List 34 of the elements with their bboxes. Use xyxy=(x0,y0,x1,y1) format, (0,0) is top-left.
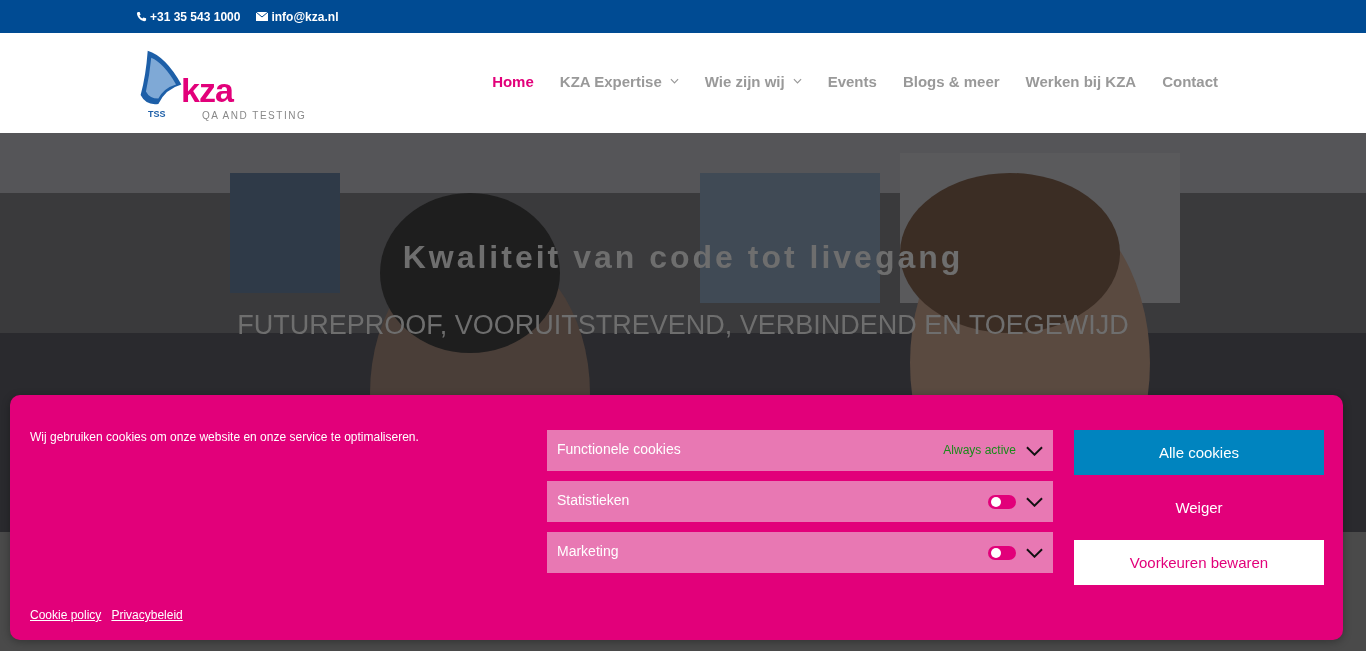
cookie-button[interactable]: Voorkeuren bewaren xyxy=(1074,540,1324,585)
policy-link[interactable]: Privacybeleid xyxy=(111,608,183,622)
mail-icon xyxy=(256,12,269,21)
logo-name: kza xyxy=(181,73,233,107)
caret-icon xyxy=(669,78,679,84)
chevron-icon[interactable] xyxy=(1026,547,1043,558)
chevron-icon[interactable] xyxy=(1026,445,1043,456)
caret-icon xyxy=(792,78,802,84)
phone-icon xyxy=(136,11,147,22)
category-label: Functionele cookies xyxy=(557,440,682,457)
logo-tag: TSS xyxy=(148,109,166,119)
always-active-label: Always active xyxy=(943,442,1016,457)
nav-link[interactable]: KZA Expertise xyxy=(559,72,679,90)
hero-subtitle: FUTUREPROOF, VOORUITSTREVEND, VERBINDEND EN TOEGEWIJD xyxy=(236,310,1130,341)
toggle-switch[interactable] xyxy=(988,494,1016,509)
phone-number[interactable]: +31 35 543 1000 xyxy=(150,9,241,24)
cookie-message: Wij gebruiken cookies om onze website en onze service te optimaliseren. xyxy=(30,430,420,444)
category-label: Marketing xyxy=(557,542,620,559)
cookie-button[interactable]: Alle cookies xyxy=(1074,430,1324,475)
nav-link[interactable]: Contact xyxy=(1162,72,1218,90)
policy-link[interactable]: Cookie policy xyxy=(30,608,102,622)
nav-link[interactable]: Home xyxy=(492,72,534,90)
nav-link[interactable]: Wie zijn wij xyxy=(704,72,802,90)
cookie-button[interactable]: Weiger xyxy=(1074,485,1324,530)
email-address[interactable]: info@kza.nl xyxy=(271,9,339,24)
toggle-switch[interactable] xyxy=(988,545,1016,560)
nav-link[interactable]: Blogs & meer xyxy=(902,72,1000,90)
nav-link[interactable]: Events xyxy=(827,72,877,90)
cookie-category[interactable]: Marketing xyxy=(547,532,1053,573)
nav-link[interactable]: Werken bij KZA xyxy=(1025,72,1137,90)
chevron-icon[interactable] xyxy=(1026,496,1043,507)
cookie-category[interactable]: Functionele cookies Always active xyxy=(547,430,1053,471)
category-label: Statistieken xyxy=(557,491,631,508)
cookie-category[interactable]: Statistieken xyxy=(547,481,1053,522)
